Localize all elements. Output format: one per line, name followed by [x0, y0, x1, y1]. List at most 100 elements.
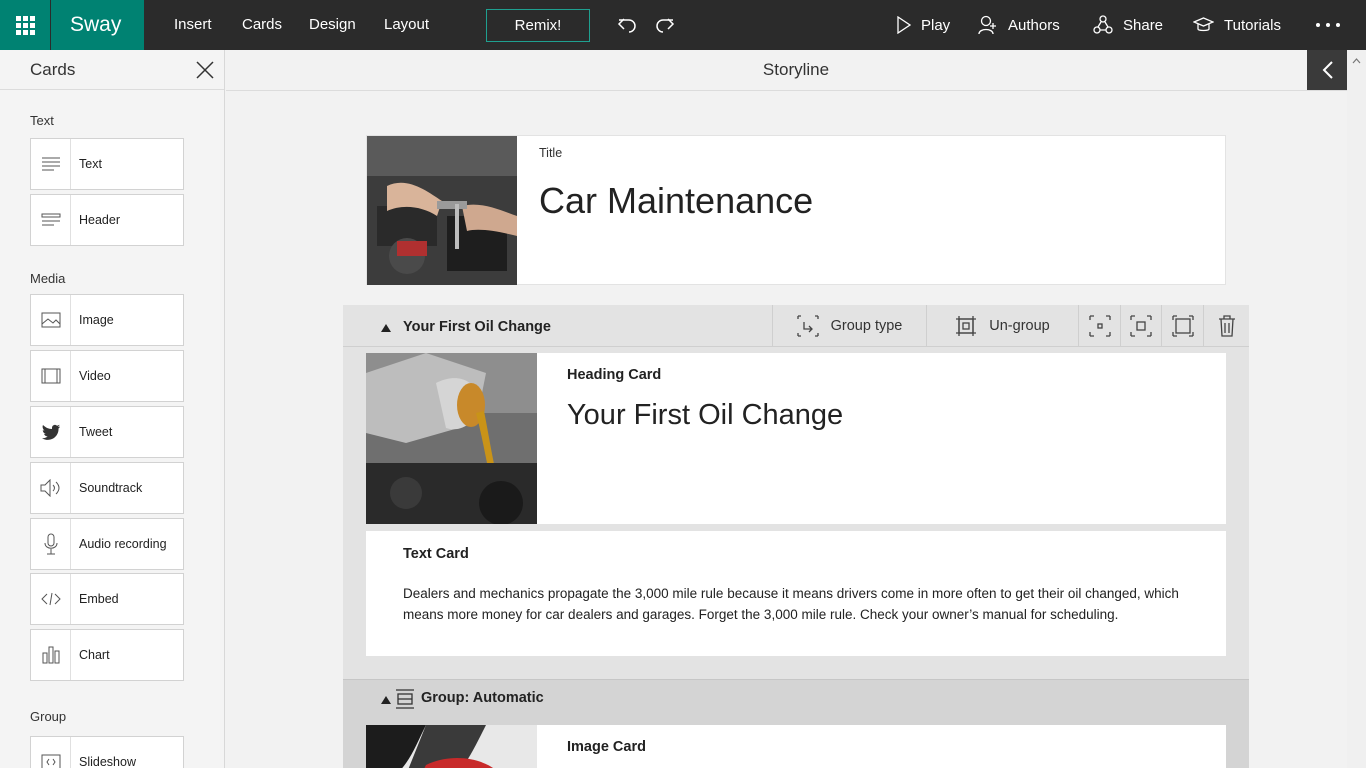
menu-layout[interactable]: Layout [384, 0, 429, 50]
trash-icon [1218, 314, 1235, 337]
focus-small-icon [1088, 314, 1111, 337]
card-tile-label: Tweet [79, 425, 113, 439]
storyline-title: Storyline [762, 60, 830, 79]
group-type-icon [796, 314, 819, 337]
oil-pour-photo [366, 353, 537, 524]
cards-panel-title: Cards [30, 60, 76, 79]
group-type-button[interactable]: Group type [772, 305, 926, 346]
emphasis-medium-button[interactable] [1120, 305, 1161, 346]
heading-card[interactable]: Heading Card Your First Oil Change [366, 353, 1226, 524]
menu-insert[interactable]: Insert [174, 0, 212, 50]
card-tile-text[interactable]: Text [30, 138, 184, 190]
cards-panel-header: Cards [0, 50, 224, 90]
top-bar: Sway Insert Cards Design Layout Remix! P… [0, 0, 1366, 50]
waffle-icon [15, 15, 35, 35]
share-button[interactable]: Share [1093, 0, 1163, 50]
focus-large-icon [1171, 314, 1194, 337]
car-seat-photo [366, 725, 537, 768]
emphasis-large-button[interactable] [1161, 305, 1203, 346]
card-type-label: Image Card [567, 739, 646, 755]
redo-icon[interactable] [653, 13, 677, 37]
more-options-button[interactable] [1316, 0, 1340, 50]
collapse-panel-button[interactable] [1307, 50, 1348, 90]
slideshow-icon [41, 754, 60, 768]
collapse-triangle-icon[interactable] [381, 324, 391, 332]
ungroup-icon [956, 315, 977, 336]
menu-design[interactable]: Design [309, 0, 356, 50]
close-icon[interactable] [196, 61, 214, 79]
menu-cards[interactable]: Cards [242, 0, 282, 50]
section-label-group: Group [30, 709, 67, 724]
card-tile-label: Text [79, 157, 102, 171]
play-icon [897, 16, 911, 34]
card-tile-slideshow[interactable]: Slideshow [30, 736, 184, 768]
card-tile-tweet[interactable]: Tweet [30, 406, 184, 458]
app-name[interactable]: Sway [51, 0, 144, 50]
image-card[interactable]: Image Card [366, 725, 1226, 768]
chevron-up-icon[interactable] [1352, 58, 1361, 64]
chevron-left-icon [1322, 61, 1333, 79]
authors-label: Authors [1008, 16, 1060, 34]
image-icon [41, 312, 60, 328]
card-type-label: Title [539, 146, 563, 160]
engine-photo [367, 136, 517, 285]
bar-chart-icon [42, 646, 59, 664]
group-automatic-icon [396, 689, 414, 709]
storyline-header: Storyline [226, 50, 1366, 91]
text-card-body[interactable]: Dealers and mechanics propagate the 3,00… [403, 583, 1203, 625]
share-icon [1093, 15, 1113, 34]
ungroup-label: Un-group [989, 317, 1050, 334]
title-text[interactable]: Car Maintenance [539, 180, 813, 222]
cards-panel: Cards Text Text Header Media Image Video… [0, 50, 225, 768]
delete-button[interactable] [1203, 305, 1249, 346]
authors-icon [978, 15, 996, 35]
card-tile-label: Slideshow [79, 755, 136, 768]
card-tile-label: Video [79, 369, 111, 383]
app-launcher-button[interactable] [0, 0, 50, 50]
play-button[interactable]: Play [897, 0, 950, 50]
tutorials-label: Tutorials [1224, 16, 1281, 34]
undo-icon[interactable] [615, 13, 639, 37]
group-toolbar: Your First Oil Change Group type Un-grou… [343, 305, 1249, 347]
group-name[interactable]: Your First Oil Change [403, 319, 551, 335]
video-icon [41, 368, 60, 384]
text-card[interactable]: Text Card Dealers and mechanics propagat… [366, 531, 1226, 656]
ellipsis-icon [1316, 23, 1320, 27]
play-label: Play [921, 16, 951, 34]
collapse-triangle-icon[interactable] [381, 696, 391, 704]
code-embed-icon [40, 592, 61, 606]
card-tile-label: Image [79, 313, 114, 327]
graduation-cap-icon [1193, 17, 1214, 32]
card-tile-label: Soundtrack [79, 481, 143, 495]
card-tile-image[interactable]: Image [30, 294, 184, 346]
card-tile-chart[interactable]: Chart [30, 629, 184, 681]
card-tile-audio-recording[interactable]: Audio recording [30, 518, 184, 570]
authors-button[interactable]: Authors [978, 0, 1060, 50]
section-label-text: Text [30, 113, 54, 128]
card-tile-video[interactable]: Video [30, 350, 184, 402]
card-type-label: Text Card [403, 546, 469, 562]
heading-text[interactable]: Your First Oil Change [567, 399, 843, 432]
card-tile-label: Header [79, 213, 120, 227]
vertical-scrollbar[interactable] [1347, 50, 1366, 768]
ungroup-button[interactable]: Un-group [926, 305, 1078, 346]
card-tile-header[interactable]: Header [30, 194, 184, 246]
card-tile-label: Embed [79, 592, 119, 606]
emphasis-small-button[interactable] [1078, 305, 1120, 346]
title-card[interactable]: Title Car Maintenance [366, 135, 1226, 285]
share-label: Share [1123, 16, 1164, 34]
card-type-label: Heading Card [567, 367, 662, 383]
card-tile-label: Audio recording [79, 537, 167, 551]
card-tile-soundtrack[interactable]: Soundtrack [30, 462, 184, 514]
tutorials-button[interactable]: Tutorials [1193, 0, 1281, 50]
section-label-media: Media [30, 271, 66, 286]
group-type-label: Group type [830, 317, 903, 334]
group-automatic: Group: Automatic Image Card [343, 679, 1249, 768]
speaker-icon [40, 479, 59, 497]
card-tile-label: Chart [79, 648, 110, 662]
group-name[interactable]: Group: Automatic [421, 690, 544, 706]
focus-medium-icon [1130, 314, 1152, 337]
microphone-icon [44, 533, 57, 555]
card-tile-embed[interactable]: Embed [30, 573, 184, 625]
remix-button[interactable]: Remix! [486, 9, 590, 42]
